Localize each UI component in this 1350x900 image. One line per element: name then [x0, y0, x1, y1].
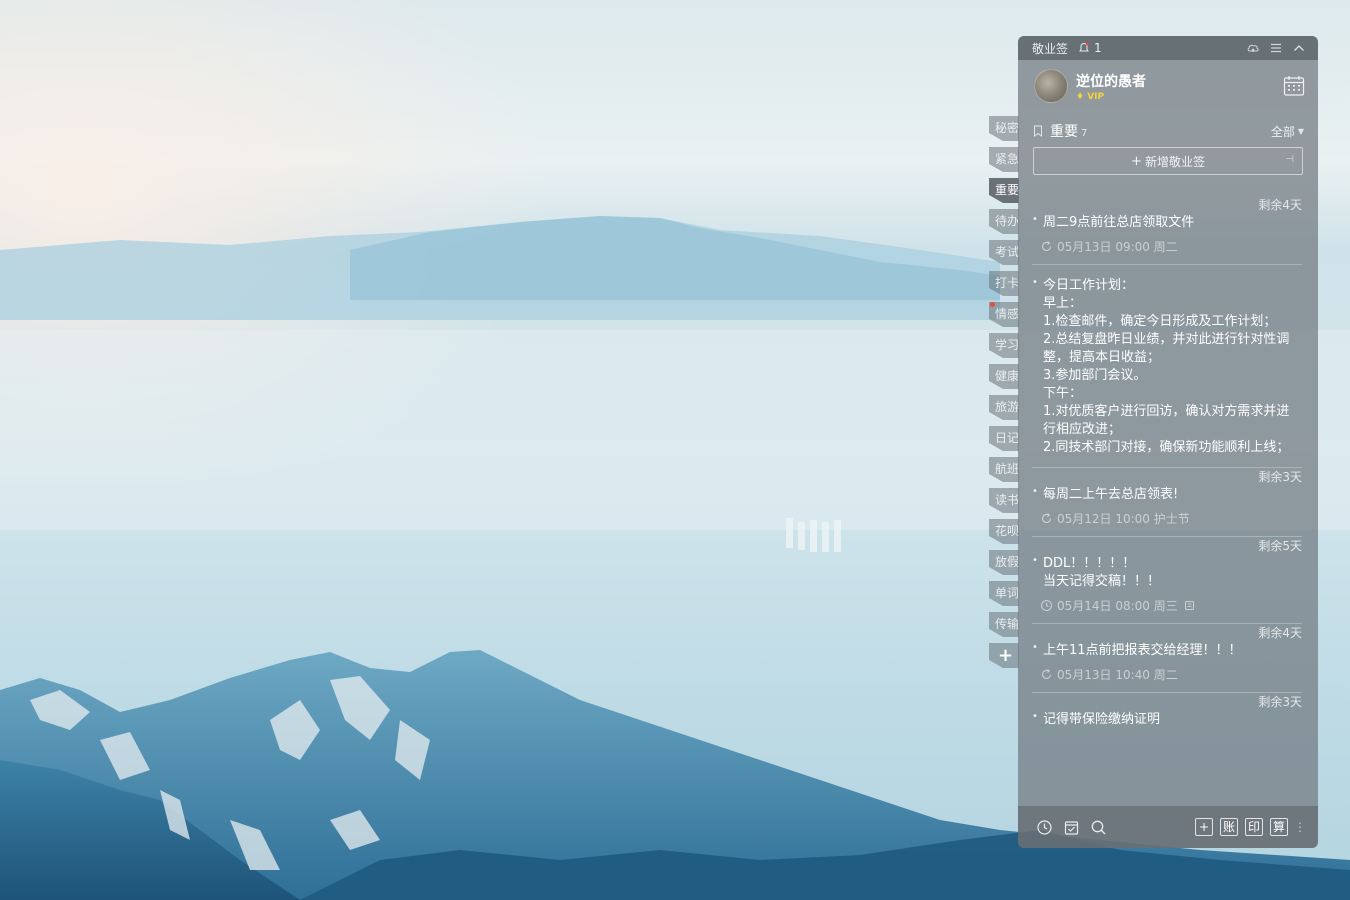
category-tab-strip: 秘密紧急重要待办考试打卡情感学习健康旅游日记航班读书花呗放假单词传输 +	[989, 116, 1019, 674]
side-tab[interactable]: 健康	[989, 364, 1019, 389]
new-note-box-button[interactable]: +	[1195, 818, 1213, 836]
remaining-days: 剩余3天	[1258, 470, 1302, 484]
plus-icon: +	[1131, 153, 1142, 169]
side-tab[interactable]: 放假	[989, 550, 1019, 575]
side-tab[interactable]: 重要	[989, 178, 1019, 203]
side-tab[interactable]: 单词	[989, 581, 1019, 606]
user-name[interactable]: 逆位的愚者	[1076, 71, 1282, 91]
notification-count: 1	[1094, 41, 1102, 55]
reminder-time: 05月14日 08:00 周三	[1057, 598, 1178, 613]
note-content[interactable]: 周二9点前往总店领取文件	[1032, 211, 1302, 232]
divider	[1032, 264, 1302, 265]
side-tab[interactable]: 秘密	[989, 116, 1019, 141]
chevron-down-icon[interactable]: ▼	[1298, 127, 1304, 136]
print-button[interactable]: 印	[1245, 818, 1263, 836]
section-title: 重要	[1050, 124, 1078, 140]
clock-icon[interactable]	[1036, 819, 1053, 836]
reminder-time: 05月12日 10:00 护士节	[1057, 511, 1190, 526]
note-item[interactable]: 今日工作计划： 早上： 1.检查邮件，确定今日形成及工作计划； 2.总结复盘昨日…	[1018, 273, 1318, 468]
calendar-icon[interactable]	[1282, 74, 1306, 98]
search-icon[interactable]	[1090, 819, 1107, 836]
menu-icon[interactable]	[1269, 41, 1283, 55]
note-content[interactable]: 记得带保险缴纳证明	[1032, 708, 1302, 729]
pin-icon[interactable]: ⊣	[1285, 154, 1294, 165]
side-tab[interactable]: 紧急	[989, 147, 1019, 172]
app-title: 敬业签	[1032, 41, 1069, 56]
repeat-icon	[1041, 668, 1052, 679]
side-tab[interactable]: 花呗	[989, 519, 1019, 544]
user-header: 逆位的愚者 ♦ VIP	[1018, 60, 1318, 112]
add-note-button[interactable]: + 新增敬业签 ⊣	[1033, 147, 1303, 175]
remaining-days: 剩余5天	[1258, 539, 1302, 553]
side-tab[interactable]: 传输	[989, 612, 1019, 637]
reminder-time: 05月13日 10:40 周二	[1057, 667, 1178, 682]
remaining-days: 剩余4天	[1258, 626, 1302, 640]
notes-panel: 敬业签 1 逆位的愚者 ♦ VIP 重要 7 全部 ▼ + 新增敬业签 ⊣ 剩余…	[1018, 36, 1318, 848]
reminder-time: 05月13日 09:00 周二	[1057, 239, 1178, 254]
note-item[interactable]: 剩余3天每周二上午去总店领表! 05月12日 10:00 护士节	[1018, 468, 1318, 537]
side-tab[interactable]: 考试	[989, 240, 1019, 265]
note-list[interactable]: 剩余4天周二9点前往总店领取文件05月13日 09:00 周二今日工作计划： 早…	[1018, 196, 1318, 804]
remaining-days: 剩余4天	[1258, 198, 1302, 212]
side-tab[interactable]: 日记	[989, 426, 1019, 451]
clock-icon	[1040, 599, 1053, 611]
user-info: 逆位的愚者 ♦ VIP	[1076, 71, 1282, 102]
side-tab[interactable]: 读书	[989, 488, 1019, 513]
note-content[interactable]: 今日工作计划： 早上： 1.检查邮件，确定今日形成及工作计划； 2.总结复盘昨日…	[1032, 277, 1302, 457]
note-item[interactable]: 剩余4天周二9点前往总店领取文件 05月13日 09:00 周二	[1018, 196, 1318, 265]
collapse-icon[interactable]	[1292, 41, 1306, 55]
note-reminder-meta: 05月13日 09:00 周二	[1032, 238, 1302, 254]
note-reminder-meta: 05月12日 10:00 护士节	[1032, 510, 1302, 526]
attachment-icon	[1184, 600, 1194, 610]
note-reminder-meta: 05月14日 08:00 周三	[1032, 597, 1302, 613]
avatar[interactable]	[1034, 69, 1068, 103]
section-count: 7	[1081, 127, 1088, 139]
bottom-toolbar: + 账 印 算 ⋮	[1018, 806, 1318, 848]
note-item[interactable]: 剩余3天记得带保险缴纳证明	[1018, 693, 1318, 729]
note-item[interactable]: 剩余4天上午11点前把报表交给经理！！！ 05月13日 10:40 周二	[1018, 624, 1318, 693]
note-content[interactable]: 上午11点前把报表交给经理！！！	[1032, 639, 1302, 660]
vip-label: VIP	[1087, 91, 1105, 102]
remaining-days: 剩余3天	[1258, 695, 1302, 709]
more-icon[interactable]: ⋮	[1294, 820, 1306, 834]
bookmark-icon	[1034, 125, 1042, 137]
note-reminder-meta: 05月13日 10:40 周二	[1032, 666, 1302, 682]
note-item[interactable]: 剩余5天DDL！！！！！ 当天记得交稿！！！ 05月14日 08:00 周三	[1018, 537, 1318, 624]
side-tab[interactable]: 旅游	[989, 395, 1019, 420]
add-category-button[interactable]: +	[989, 643, 1019, 668]
bell-icon[interactable]	[1078, 42, 1090, 54]
filter-dropdown[interactable]: 全部	[1271, 123, 1295, 140]
todo-check-icon[interactable]	[1063, 819, 1080, 836]
note-content[interactable]: DDL！！！！！ 当天记得交稿！！！	[1032, 552, 1302, 591]
ledger-button[interactable]: 账	[1220, 818, 1238, 836]
side-tab[interactable]: 学习	[989, 333, 1019, 358]
title-bar[interactable]: 敬业签 1	[1018, 36, 1318, 60]
section-header: 重要 7 全部 ▼	[1018, 118, 1318, 144]
note-content[interactable]: 每周二上午去总店领表!	[1032, 483, 1302, 504]
vip-badge[interactable]: ♦ VIP	[1076, 92, 1282, 102]
side-tab[interactable]: 待办	[989, 209, 1019, 234]
calculator-button[interactable]: 算	[1270, 818, 1288, 836]
add-note-label: 新增敬业签	[1144, 154, 1205, 169]
side-tab[interactable]: 情感	[989, 302, 1019, 327]
repeat-icon	[1041, 240, 1052, 251]
cloud-sync-icon[interactable]	[1246, 41, 1260, 55]
side-tab[interactable]: 打卡	[989, 271, 1019, 296]
repeat-icon	[1041, 512, 1052, 523]
side-tab[interactable]: 航班	[989, 457, 1019, 482]
